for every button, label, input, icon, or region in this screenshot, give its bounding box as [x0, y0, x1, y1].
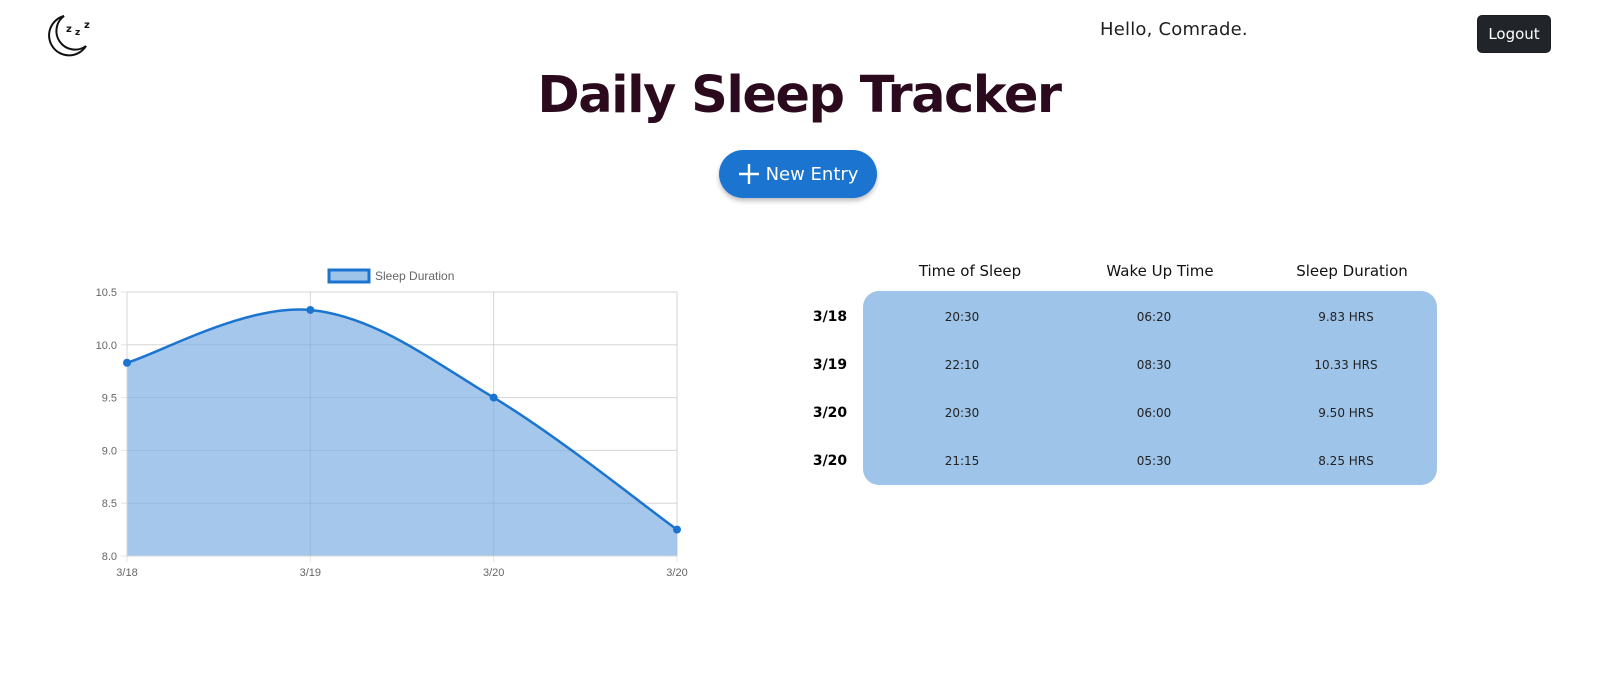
row-date: 3/18 [812, 309, 848, 325]
new-entry-label: New Entry [765, 163, 859, 185]
y-tick-label: 8.0 [102, 551, 117, 563]
legend-label: Sleep Duration [375, 269, 454, 283]
y-tick-label: 9.5 [102, 393, 117, 405]
data-point [489, 393, 498, 402]
series-area [127, 309, 677, 556]
cell-wake-up-time: 06:20 [1136, 310, 1172, 324]
legend-swatch [327, 268, 371, 284]
cell-sleep-duration: 9.50 HRS [1318, 406, 1374, 420]
cell-wake-up-time: 06:00 [1136, 406, 1172, 420]
sleep-duration-chart: 10.5 10.0 9.5 9.0 8.5 8.0 3/18 3/19 3/20 3/20 Slee… [0, 0, 760, 620]
y-tick-label: 10.5 [96, 287, 117, 299]
y-tick-label: 8.5 [102, 498, 117, 510]
row-date: 3/20 [812, 453, 848, 469]
x-tick-label: 3/18 [116, 567, 137, 579]
logout-button[interactable]: Logout [1477, 15, 1551, 53]
data-point [123, 358, 131, 367]
data-point [306, 305, 315, 314]
cell-time-of-sleep: 20:30 [944, 310, 980, 324]
row-date: 3/20 [812, 405, 848, 421]
col-header-wake-up-time: Wake Up Time [1106, 262, 1214, 280]
cell-wake-up-time: 05:30 [1136, 454, 1172, 468]
data-point [673, 525, 681, 534]
x-tick-label: 3/20 [666, 567, 687, 579]
cell-time-of-sleep: 22:10 [944, 358, 980, 372]
chart-canvas: 10.5 10.0 9.5 9.0 8.5 8.0 3/18 3/19 3/20 3/20 Slee… [96, 268, 688, 579]
cell-sleep-duration: 10.33 HRS [1314, 358, 1378, 372]
cell-time-of-sleep: 20:30 [944, 406, 980, 420]
row-date: 3/19 [812, 357, 848, 373]
x-tick-label: 3/19 [300, 567, 321, 579]
col-header-sleep-duration: Sleep Duration [1296, 262, 1408, 280]
greeting-text: Hello, Comrade. [1100, 19, 1248, 40]
col-header-time-of-sleep: Time of Sleep [918, 262, 1022, 280]
cell-sleep-duration: 9.83 HRS [1318, 310, 1374, 324]
page: z z z Hello, Comrade. Logout Daily Sleep… [0, 0, 1598, 683]
cell-wake-up-time: 08:30 [1136, 358, 1172, 372]
y-tick-label: 10.0 [96, 340, 117, 352]
y-tick-label: 9.0 [102, 445, 117, 457]
x-tick-label: 3/20 [483, 567, 504, 579]
cell-sleep-duration: 8.25 HRS [1318, 454, 1374, 468]
cell-time-of-sleep: 21:15 [944, 454, 980, 468]
